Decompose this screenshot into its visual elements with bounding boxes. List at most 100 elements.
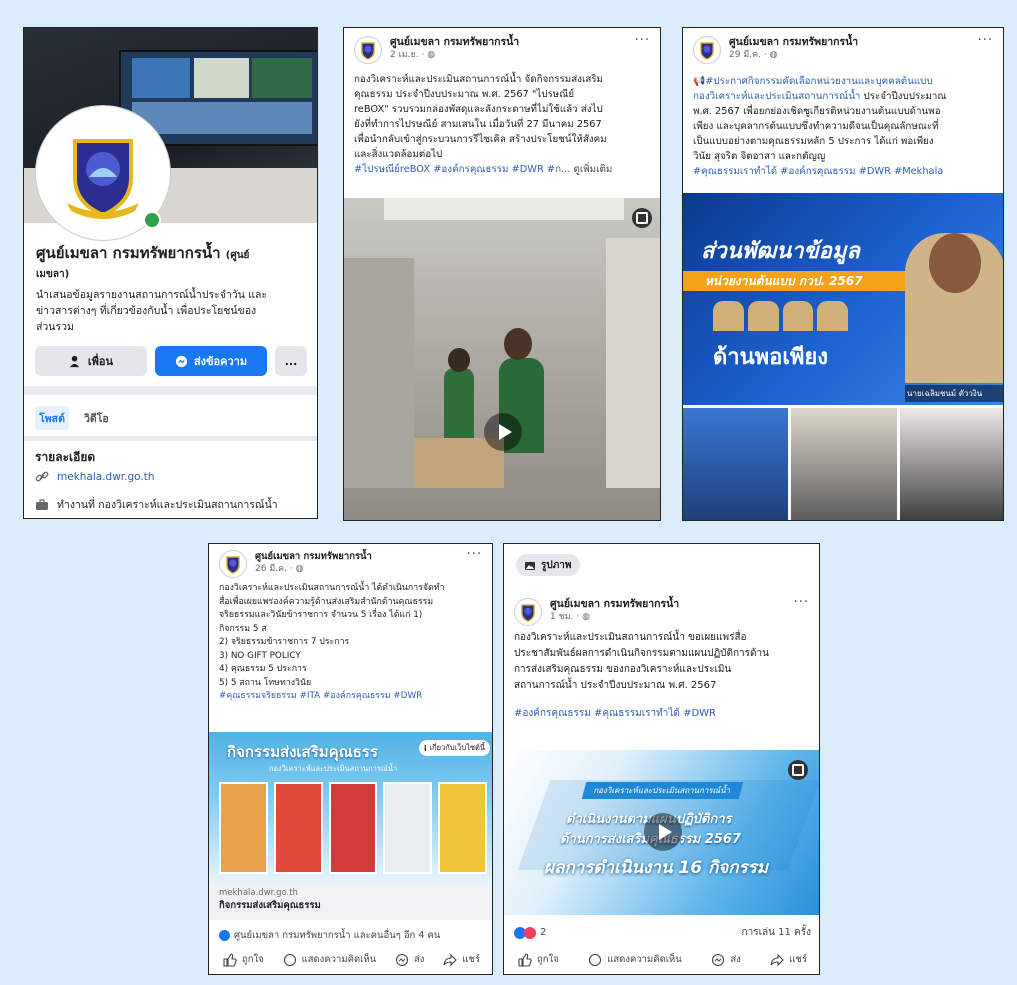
briefcase-icon: [36, 498, 48, 510]
page-avatar[interactable]: [354, 36, 382, 64]
post-text-line: วินัย สุจริต จิตอาสา และกตัญญู: [693, 151, 826, 162]
reaction-names: ศูนย์เมขลา กรมทรัพยากรน้ำ และคนอื่นๆ อีก…: [234, 930, 441, 941]
award-banner-image[interactable]: ส่วนพัฒนาข้อมูล หน่วยงานต้นแบบ กวป. 2567…: [683, 193, 1003, 405]
share-icon: [443, 953, 458, 966]
fullscreen-icon[interactable]: [788, 760, 808, 780]
send-label: ส่ง: [730, 954, 741, 965]
info-icon: i: [424, 743, 427, 753]
post-text-line: และสิ่งแวดล้อมต่อไป: [354, 149, 443, 160]
page-avatar[interactable]: [219, 550, 247, 578]
post-text-line: 4) คุณธรรม 5 ประการ: [219, 664, 307, 674]
profile-avatar[interactable]: [36, 106, 170, 240]
post-text-line: สถานการณ์น้ำ ประจำปีงบประมาณ พ.ศ. 2567: [514, 680, 717, 691]
post-hashtags[interactable]: #คุณธรรมเราทำได้ #องค์กรคุณธรรม #DWR #Me…: [693, 164, 993, 179]
link-banner-title: กิจกรรมส่งเสริมคุณธรร: [227, 743, 378, 761]
message-button[interactable]: ส่งข้อความ: [155, 346, 267, 376]
share-button[interactable]: แชร์: [770, 952, 807, 967]
play-button[interactable]: [644, 813, 682, 851]
post-author[interactable]: ศูนย์เมขลา กรมทรัพยากรน้ำ: [390, 36, 519, 49]
post-author[interactable]: ศูนย์เมขลา กรมทรัพยากรน้ำ: [255, 550, 372, 563]
work-row: ทำงานที่ กองวิเคราะห์และประเมินสถานการณ์…: [35, 496, 278, 513]
send-button[interactable]: ส่ง: [711, 952, 741, 967]
play-button[interactable]: [484, 413, 522, 451]
messenger-icon: [175, 355, 187, 367]
globe-icon: ◍: [427, 50, 436, 60]
photo-grid[interactable]: [683, 408, 1003, 520]
link-preview-image[interactable]: กิจกรรมส่งเสริมคุณธรร i เกี่ยวกับเว็บไซต…: [209, 732, 492, 884]
post-menu-button[interactable]: ···: [978, 34, 993, 47]
tab-posts-label: โพสต์: [39, 412, 65, 425]
album-chip[interactable]: รูปภาพ: [516, 554, 580, 576]
post-author[interactable]: ศูนย์เมขลา กรมทรัพยากรน้ำ: [550, 598, 679, 611]
like-label: ถูกใจ: [537, 954, 559, 965]
person-check-icon: [69, 355, 80, 367]
message-button-label: ส่งข้อความ: [193, 355, 248, 368]
post-text-line: reBOX" รวบรวมกล่องพัสดุและลังกระดาษที่ไม…: [354, 104, 603, 115]
link-preview-caption[interactable]: mekhala.dwr.go.th กิจกรรมส่งเสริมคุณธรรม: [209, 884, 492, 920]
video-thumbnail[interactable]: กองวิเคราะห์และประเมินสถานการณ์น้ำ ดำเนิ…: [504, 750, 819, 915]
post-text-line: กองวิเคราะห์และประเมินสถานการณ์น้ำ ได้ดำ…: [219, 583, 445, 593]
post-award: ศูนย์เมขลา กรมทรัพยากรน้ำ 29 มี.ค. · ◍ ·…: [682, 27, 1004, 521]
comment-label: แสดงความคิดเห็น: [301, 954, 377, 965]
post-date[interactable]: 2 เม.ย. ·: [390, 50, 427, 60]
post-date[interactable]: 1 ชม. ·: [550, 612, 582, 622]
post-text-line: 5) 5 สถาน โทษทางวินัย: [219, 677, 312, 688]
online-indicator: [143, 211, 161, 229]
post-text-line: จริยธรรมและวินัยข้าราชการ จำนวน 5 เรื่อง…: [219, 610, 423, 620]
link-title: กิจกรรมส่งเสริมคุณธรรม: [219, 900, 321, 911]
post-hashtags[interactable]: #ไปรษณีย์reBOX #องค์กรคุณธรรม #DWR #ก...: [354, 164, 570, 175]
friend-button[interactable]: เพื่อน: [35, 346, 147, 376]
tab-posts[interactable]: โพสต์: [35, 406, 69, 430]
post-hashtags[interactable]: #องค์กรคุณธรรม #คุณธรรมเราทำได้ #DWR: [514, 706, 769, 722]
like-label: ถูกใจ: [242, 954, 264, 965]
post-menu-button[interactable]: ···: [635, 34, 650, 47]
post-hashtags[interactable]: #คุณธรรมจริยธรรม #ITA #องค์กรคุณธรรม #DW…: [219, 690, 482, 704]
post-text-line: ยังที่ทำการไปรษณีย์ สามเสนใน เมื่อวันที่…: [354, 119, 602, 130]
friend-button-label: เพื่อน: [87, 355, 114, 368]
comment-button[interactable]: แสดงความคิดเห็น: [283, 952, 377, 967]
post-date[interactable]: 29 มี.ค. ·: [729, 50, 770, 60]
post-text-line: 2) จริยธรรมข้าราชการ 7 ประการ: [219, 637, 350, 647]
like-button[interactable]: ถูกใจ: [518, 952, 559, 967]
page-avatar[interactable]: [693, 36, 721, 64]
video-thumbnail[interactable]: [344, 198, 660, 520]
website-row[interactable]: mekhala.dwr.go.th: [35, 470, 155, 484]
bio-line-2: ข่าวสารต่างๆ ที่เกี่ยวข้องกับน้ำ เพื่อปร…: [36, 305, 257, 317]
reaction-summary[interactable]: ศูนย์เมขลา กรมทรัพยากรน้ำ และคนอื่นๆ อีก…: [219, 928, 440, 943]
comment-button[interactable]: แสดงความคิดเห็น: [588, 952, 682, 967]
website-link[interactable]: mekhala.dwr.go.th: [57, 471, 155, 483]
see-more-link[interactable]: ดูเพิ่มเติม: [574, 164, 613, 175]
post-text-line: กองวิเคราะห์และประเมินสถานการณ์น้ำ จัดกิ…: [354, 74, 604, 85]
comment-label: แสดงความคิดเห็น: [607, 954, 682, 965]
post-hashtag-dept[interactable]: กองวิเคราะห์และประเมินสถานการณ์น้ำ: [693, 91, 860, 102]
more-options-button[interactable]: ...: [275, 346, 307, 376]
post-date[interactable]: 26 มี.ค. ·: [255, 564, 296, 574]
post-hashtag-announce[interactable]: #ประกาศกิจกรรมคัดเลือกหน่วยงานและบุคคลต้…: [705, 76, 932, 87]
tab-videos[interactable]: วิดีโอ: [84, 406, 109, 430]
post-text-line: พ.ศ. 2567 เพื่อยกย่องเชิดชูเกียรติหน่วยง…: [693, 106, 941, 117]
link-icon: [35, 471, 49, 482]
profile-card: ศูนย์เมขลา กรมทรัพยากรน้ำ (ศูนย์ เมขลา) …: [23, 27, 318, 519]
globe-icon: ◍: [295, 564, 304, 574]
link-domain: mekhala.dwr.go.th: [219, 888, 298, 898]
reaction-count[interactable]: 2: [540, 927, 546, 938]
work-text: ทำงานที่ กองวิเคราะห์และประเมินสถานการณ์…: [57, 499, 278, 511]
like-button[interactable]: ถูกใจ: [223, 952, 264, 967]
fullscreen-icon[interactable]: [632, 208, 652, 228]
send-button[interactable]: ส่ง: [395, 952, 424, 967]
video-department-tag: กองวิเคราะห์และประเมินสถานการณ์น้ำ: [581, 782, 743, 799]
album-chip-label: รูปภาพ: [541, 559, 572, 571]
info-badge[interactable]: i เกี่ยวกับเว็บไซต์นี้: [419, 740, 490, 756]
post-text-line: 3) NO GIFT POLICY: [219, 650, 301, 661]
share-button[interactable]: แชร์: [443, 952, 480, 967]
post-author[interactable]: ศูนย์เมขลา กรมทรัพยากรน้ำ: [729, 36, 858, 49]
page-avatar[interactable]: [514, 598, 542, 626]
profile-name-suffix: (ศูนย์: [225, 250, 250, 261]
post-menu-button[interactable]: ···: [467, 548, 482, 561]
post-text-line: กิจกรรม 5 ส: [219, 623, 267, 634]
more-options-label: ...: [284, 354, 298, 368]
post-text-line: ประจำปีงบประมาณ: [860, 91, 947, 102]
banner-caption: นายเฉลิมชนม์ ตัววงิน: [905, 385, 1003, 402]
post-text-line: เพียง และบุคลากรต้นแบบซึ่งทำความดีจนเป็น…: [693, 121, 939, 132]
post-menu-button[interactable]: ···: [794, 596, 809, 609]
